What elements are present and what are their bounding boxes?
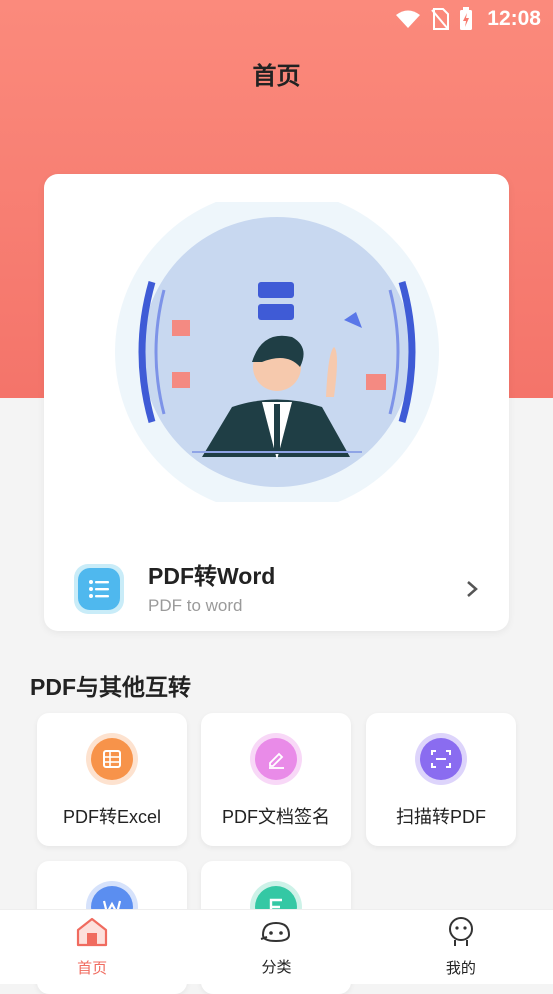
grid-item-label: 扫描转PDF (396, 807, 486, 827)
chevron-right-icon[interactable] (460, 577, 484, 601)
category-icon (259, 917, 293, 952)
bottom-tab-bar: 首页 分类 我的 (0, 909, 553, 984)
tab-category[interactable]: 分类 (184, 910, 368, 984)
tab-label: 首页 (77, 960, 108, 977)
tab-label: 我的 (445, 960, 476, 977)
grid-item-label: PDF转Excel (62, 807, 161, 827)
featured-title: PDF转Word (148, 563, 276, 589)
tab-profile[interactable]: 我的 (369, 910, 553, 984)
scan-icon (415, 733, 467, 785)
customer-service-illustration (115, 202, 439, 502)
list-icon (74, 564, 124, 614)
page-title: 首页 (252, 63, 301, 90)
section-title: PDF与其他互转 (30, 674, 191, 700)
excel-table-icon (86, 733, 138, 785)
tab-label: 分类 (261, 959, 292, 976)
pdf-to-excel-card[interactable]: PDF转Excel (37, 713, 187, 846)
profile-icon (446, 916, 476, 953)
scan-to-pdf-card[interactable]: 扫描转PDF (366, 713, 516, 846)
home-icon (75, 916, 109, 953)
status-bar: 12:08 (0, 0, 553, 38)
battery-charging-icon (459, 7, 473, 31)
featured-card[interactable]: PDF转Word PDF to word (44, 174, 509, 631)
pdf-to-word-entry[interactable]: PDF转Word PDF to word (74, 560, 484, 618)
pen-sign-icon (250, 733, 302, 785)
no-sim-icon (431, 8, 450, 30)
grid-item-label: PDF文档签名 (222, 807, 330, 827)
wifi-icon (395, 9, 421, 29)
pdf-sign-card[interactable]: PDF文档签名 (201, 713, 351, 846)
featured-subtitle: PDF to word (148, 596, 243, 615)
tab-home[interactable]: 首页 (0, 910, 184, 984)
clock: 12:08 (487, 7, 541, 30)
